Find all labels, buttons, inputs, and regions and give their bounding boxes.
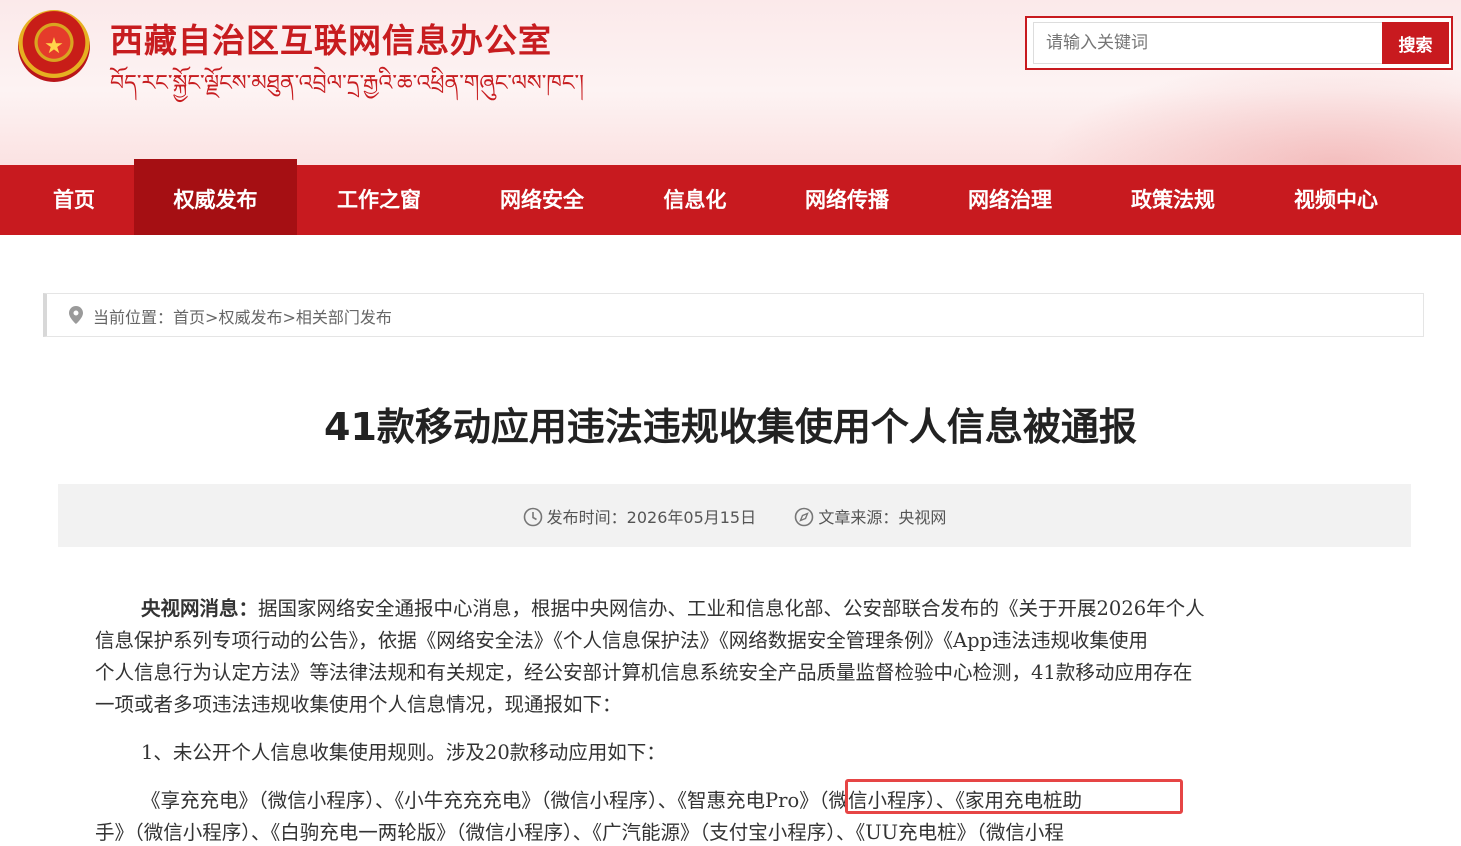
publish-date: 2026年05月15日 (626, 508, 757, 527)
national-emblem-icon[interactable]: ★ (18, 10, 90, 82)
breadcrumb-subsection-link[interactable]: 相关部门发布 (296, 308, 392, 327)
search-input[interactable] (1033, 22, 1399, 64)
breadcrumb-separator: > (282, 308, 296, 327)
site-title[interactable]: 西藏自治区互联网信息办公室 (110, 14, 552, 62)
nav-item-authoritative-release[interactable]: 权威发布 (134, 159, 297, 235)
nav-item-informatization[interactable]: 信息化 (636, 165, 754, 235)
breadcrumb-text: 当前位置：首页>权威发布>相关部门发布 (93, 304, 392, 328)
nav-item-work-window[interactable]: 工作之窗 (310, 165, 448, 235)
main-nav: 首页 权威发布 工作之窗 网络安全 信息化 网络传播 网络治理 政策法规 视频中… (0, 159, 1461, 235)
paragraph-line: 信息保护系列专项行动的公告》，依据《网络安全法》《个人信息保护法》《网络数据安全… (95, 629, 1149, 652)
paragraph-text: 据国家网络安全通报中心消息，根据中央网信办、工业和信息化部、公安部联合发布的《关… (258, 597, 1205, 620)
site-title-tibetan: བོད་རང་སྐྱོང་ལྗོངས་མཐུན་འབྲེལ་དྲ་རྒྱའི་ཆ… (110, 71, 584, 96)
app-list-text: 《享充充电》（微信小程序）、《小牛充充充电》（微信小程序）、 (141, 789, 678, 812)
breadcrumb-section-link[interactable]: 权威发布 (218, 308, 282, 327)
breadcrumb-separator: > (205, 308, 219, 327)
site-header: ★ 西藏自治区互联网信息办公室 བོད་རང་སྐྱོང་ལྗོངས་མཐུན་… (0, 0, 1461, 165)
article-meta: 发布时间：2026年05月15日 文章来源：央视网 (58, 484, 1411, 547)
search-button[interactable]: 搜索 (1382, 22, 1449, 64)
nav-item-network-governance[interactable]: 网络治理 (941, 165, 1079, 235)
search-box: 搜索 (1025, 16, 1453, 70)
clock-icon (523, 507, 542, 527)
app-list-line: 手》（微信小程序）、《白驹充电一两轮版》（微信小程序）、《广汽能源》（支付宝小程… (95, 821, 1064, 844)
breadcrumb-prefix: 当前位置： (93, 308, 174, 327)
paragraph-line: 一项或者多项违法违规收集使用个人信息情况，现通报如下： (95, 693, 622, 716)
compass-icon (795, 507, 814, 527)
nav-item-policy-regulation[interactable]: 政策法规 (1104, 165, 1242, 235)
source-label: 文章来源： (818, 508, 899, 527)
lead-source-bold: 央视网消息： (141, 597, 259, 620)
breadcrumb: 当前位置：首页>权威发布>相关部门发布 (43, 293, 1424, 337)
breadcrumb-home-link[interactable]: 首页 (173, 308, 205, 327)
article-meta-row: 发布时间：2026年05月15日 文章来源：央视网 (58, 504, 1411, 528)
section-heading: 1、未公开个人信息收集使用规则。涉及20款移动应用如下： (141, 741, 666, 764)
nav-item-network-security[interactable]: 网络安全 (473, 165, 611, 235)
emblem-star: ★ (44, 33, 64, 59)
nav-item-video-center[interactable]: 视频中心 (1267, 165, 1405, 235)
location-pin-icon (69, 306, 83, 324)
nav-item-home[interactable]: 首页 (22, 165, 126, 235)
paragraph-line: 个人信息行为认定方法》等法律法规和有关规定，经公安部计算机信息系统安全产品质量监… (95, 661, 1193, 684)
publish-label: 发布时间： (546, 508, 627, 527)
highlight-annotation-box (845, 779, 1183, 814)
header-decoration (1041, 60, 1461, 165)
paragraph-line: 央视网消息：据国家网络安全通报中心消息，根据中央网信办、工业和信息化部、公安部联… (141, 592, 1205, 621)
nav-item-network-communication[interactable]: 网络传播 (778, 165, 916, 235)
source-name: 央视网 (898, 508, 947, 527)
article-title: 41款移动应用违法违规收集使用个人信息被通报 (324, 405, 1137, 449)
